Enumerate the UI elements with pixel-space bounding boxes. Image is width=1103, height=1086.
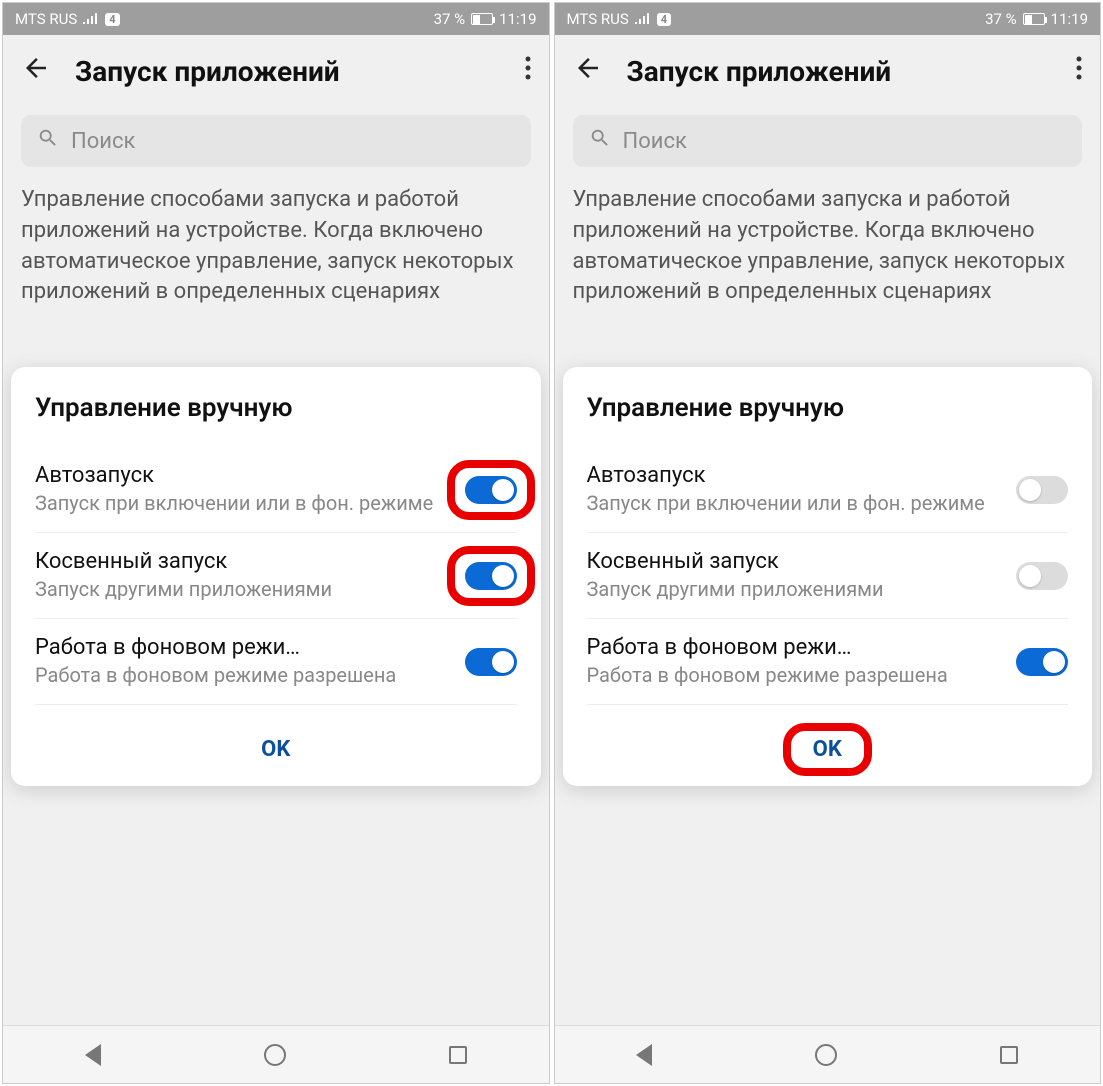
option-title: Автозапуск [35, 463, 453, 488]
manual-management-dialog: Управление вручную Автозапуск Запуск при… [563, 367, 1093, 786]
dialog-option: Косвенный запуск Запуск другими приложен… [35, 533, 517, 619]
nav-back-icon[interactable] [636, 1044, 652, 1066]
app-header: Запуск приложений [555, 35, 1101, 107]
search-placeholder: Поиск [623, 129, 687, 154]
option-subtitle: Запуск при включении или в фон. режиме [587, 490, 1005, 516]
option-subtitle: Работа в фоновом режиме разрешена [35, 662, 453, 688]
battery-icon [471, 13, 493, 25]
search-input[interactable]: Поиск [21, 115, 531, 167]
more-options-icon[interactable] [525, 56, 531, 86]
clock: 11:19 [1051, 10, 1088, 28]
search-input[interactable]: Поиск [573, 115, 1083, 167]
dialog-option: Автозапуск Запуск при включении или в фо… [35, 447, 517, 533]
option-title: Работа в фоновом режи… [587, 635, 1005, 660]
ok-button[interactable]: OK [243, 731, 308, 768]
nav-home-icon[interactable] [264, 1044, 286, 1066]
option-toggle[interactable] [1016, 562, 1068, 590]
page-title: Запуск приложений [627, 55, 1053, 88]
battery-icon [1023, 13, 1045, 25]
option-toggle[interactable] [465, 476, 517, 504]
more-options-icon[interactable] [1076, 56, 1082, 86]
nav-back-icon[interactable] [85, 1044, 101, 1066]
status-bar: MTS RUS 4 37 % 11:19 [3, 3, 549, 35]
ok-button[interactable]: OK [795, 731, 860, 768]
dialog-title: Управление вручную [35, 393, 517, 423]
option-toggle[interactable] [465, 562, 517, 590]
option-toggle[interactable] [1016, 476, 1068, 504]
clock: 11:19 [499, 10, 536, 28]
search-icon [37, 127, 59, 155]
screenshot-right: MTS RUS 4 37 % 11:19 Запуск приложений П… [554, 2, 1102, 1084]
notification-count-badge: 4 [657, 13, 671, 26]
signal-icon [83, 10, 99, 28]
dialog-option: Работа в фоновом режи… Работа в фоновом … [587, 619, 1069, 705]
nav-home-icon[interactable] [815, 1044, 837, 1066]
back-arrow-icon[interactable] [573, 53, 603, 90]
option-title: Косвенный запуск [35, 549, 453, 574]
nav-recent-icon[interactable] [1000, 1046, 1018, 1064]
option-subtitle: Запуск при включении или в фон. режиме [35, 490, 453, 516]
dialog-option: Работа в фоновом режи… Работа в фоновом … [35, 619, 517, 705]
app-header: Запуск приложений [3, 35, 549, 107]
status-bar: MTS RUS 4 37 % 11:19 [555, 3, 1101, 35]
highlight-ring [783, 723, 872, 776]
signal-icon [635, 10, 651, 28]
manual-management-dialog: Управление вручную Автозапуск Запуск при… [11, 367, 541, 786]
dialog-title: Управление вручную [587, 393, 1069, 423]
notification-count-badge: 4 [105, 13, 119, 26]
option-subtitle: Работа в фоновом режиме разрешена [587, 662, 1005, 688]
page-description: Управление способами запуска и работой п… [555, 185, 1101, 308]
option-toggle[interactable] [465, 648, 517, 676]
battery-percent: 37 % [434, 10, 466, 28]
option-title: Косвенный запуск [587, 549, 1005, 574]
page-description: Управление способами запуска и работой п… [3, 185, 549, 308]
page-title: Запуск приложений [75, 55, 501, 88]
option-toggle[interactable] [1016, 648, 1068, 676]
option-subtitle: Запуск другими приложениями [587, 576, 1005, 602]
nav-bar [555, 1025, 1101, 1083]
search-icon [589, 127, 611, 155]
search-placeholder: Поиск [71, 129, 135, 154]
back-arrow-icon[interactable] [21, 53, 51, 90]
option-title: Автозапуск [587, 463, 1005, 488]
screenshot-left: MTS RUS 4 37 % 11:19 Запуск приложений П… [2, 2, 550, 1084]
option-title: Работа в фоновом режи… [35, 635, 453, 660]
nav-recent-icon[interactable] [449, 1046, 467, 1064]
option-subtitle: Запуск другими приложениями [35, 576, 453, 602]
dialog-option: Автозапуск Запуск при включении или в фо… [587, 447, 1069, 533]
battery-percent: 37 % [985, 10, 1017, 28]
carrier-label: MTS RUS [15, 10, 77, 28]
dialog-option: Косвенный запуск Запуск другими приложен… [587, 533, 1069, 619]
carrier-label: MTS RUS [567, 10, 629, 28]
nav-bar [3, 1025, 549, 1083]
